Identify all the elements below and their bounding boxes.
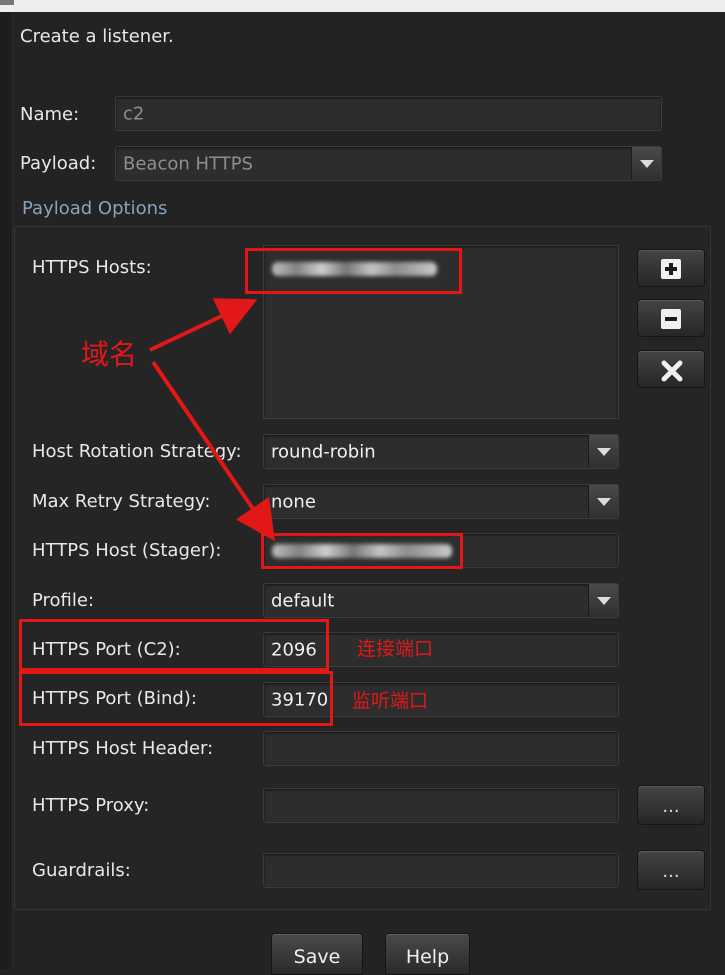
arrow-to-stager-host [151, 360, 276, 542]
annotation-connect-port: 连接端口 [357, 638, 434, 660]
annotation-listen-port: 监听端口 [352, 690, 429, 712]
arrow-to-https-hosts [149, 298, 258, 352]
annotation-domain: 域名 [81, 338, 138, 371]
annotation-arrows [149, 298, 276, 542]
